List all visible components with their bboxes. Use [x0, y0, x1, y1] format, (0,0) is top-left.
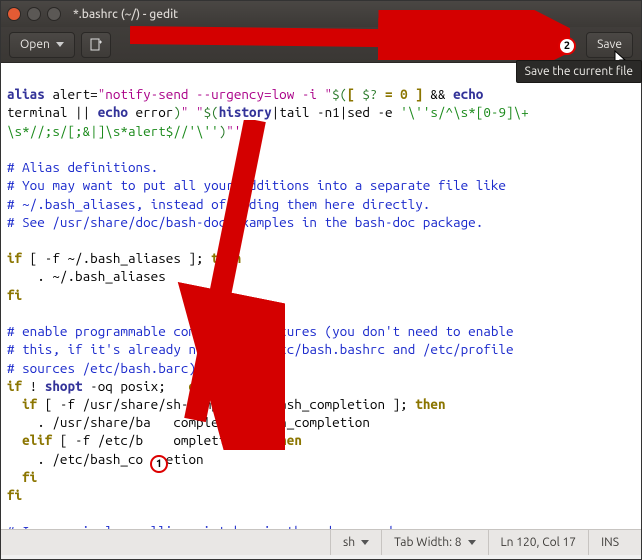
open-button[interactable]: Open [9, 32, 75, 58]
new-tab-button[interactable] [81, 32, 111, 58]
status-insert-mode[interactable]: INS [589, 530, 631, 555]
chevron-down-icon [361, 540, 369, 545]
chevron-down-icon [56, 42, 64, 47]
chevron-down-icon [468, 540, 476, 545]
statusbar: sh Tab Width: 8 Ln 120, Col 17 INS [1, 529, 641, 555]
save-tooltip: Save the current file [516, 60, 642, 83]
titlebar: *.bashrc (~/) - gedit [1, 1, 641, 27]
new-document-icon [89, 38, 103, 52]
callout-2: 2 [558, 37, 576, 55]
callout-1: 1 [150, 455, 168, 473]
close-icon[interactable] [7, 7, 21, 21]
status-language[interactable]: sh [331, 530, 381, 555]
status-position: Ln 120, Col 17 [489, 530, 589, 555]
window-title: *.bashrc (~/) - gedit [73, 8, 178, 21]
editor-area[interactable]: alias alert="notify-send --urgency=low -… [1, 63, 641, 529]
status-tab-width[interactable]: Tab Width: 8 [382, 530, 487, 555]
minimize-icon[interactable] [27, 7, 41, 21]
toolbar: Open Save [1, 27, 641, 63]
open-label: Open [20, 38, 50, 51]
maximize-icon[interactable] [47, 7, 61, 21]
